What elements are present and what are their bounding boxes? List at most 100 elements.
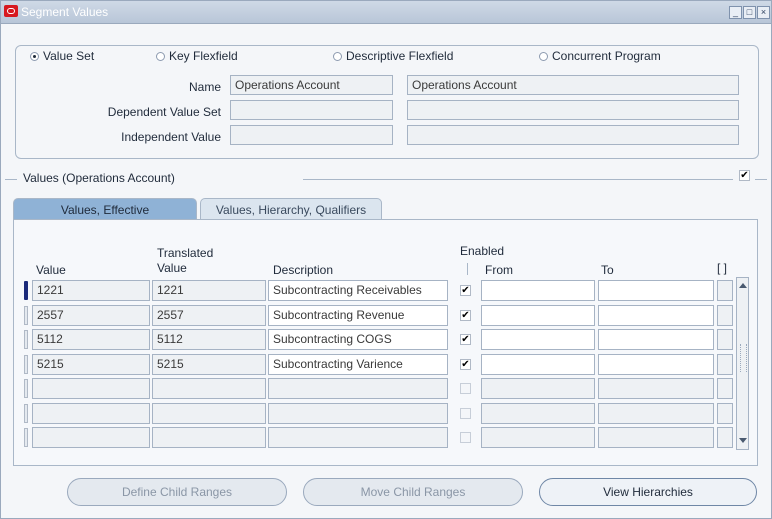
col-header-flex: [ ] [717,261,728,275]
table-scrollbar[interactable] [736,277,749,450]
table-row[interactable] [1,378,772,399]
view-hierarchies-button[interactable]: View Hierarchies [539,478,757,506]
description-cell[interactable] [268,427,448,448]
to-date-cell[interactable] [598,403,714,424]
translated-value-cell[interactable]: 2557 [152,305,266,326]
from-date-cell[interactable] [481,427,595,448]
name-label: Name [188,80,221,94]
flex-cell[interactable] [717,378,733,399]
radio-value-set[interactable]: Value Set [27,49,98,63]
description-cell[interactable]: Subcontracting Varience [268,354,448,375]
value-cell[interactable] [32,427,150,448]
maximize-icon[interactable]: □ [743,6,756,19]
from-date-cell[interactable] [481,305,595,326]
value-cell[interactable]: 2557 [32,305,150,326]
section-divider-right [303,179,733,180]
value-cell[interactable]: 1221 [32,280,150,301]
minimize-icon[interactable]: _ [729,6,742,19]
description-cell[interactable]: Subcontracting Receivables [268,280,448,301]
values-section-title: Values (Operations Account) [23,171,175,185]
row-selector[interactable] [24,404,28,423]
value-cell[interactable]: 5215 [32,354,150,375]
flex-cell[interactable] [717,329,733,350]
dependent-description-field[interactable] [407,100,739,120]
scroll-thumb-grip[interactable] [740,344,747,372]
radio-label: Value Set [43,49,95,63]
radio-concurrent-program[interactable]: Concurrent Program [536,49,664,63]
enabled-checkbox[interactable] [460,432,471,443]
value-cell[interactable] [32,378,150,399]
translated-value-cell[interactable]: 1221 [152,280,266,301]
flex-cell[interactable] [717,403,733,424]
table-row[interactable]: 5215 5215 Subcontracting Varience ✔ [1,354,772,375]
oracle-logo-icon [4,5,18,17]
radio-icon [539,51,548,61]
row-selector[interactable] [24,306,28,325]
description-cell[interactable]: Subcontracting Revenue [268,305,448,326]
translated-value-cell[interactable]: 5215 [152,354,266,375]
table-row[interactable]: 1221 1221 Subcontracting Receivables ✔ [1,280,772,301]
value-cell[interactable]: 5112 [32,329,150,350]
to-date-cell[interactable] [598,280,714,301]
row-selector[interactable] [24,355,28,374]
name-field[interactable]: Operations Account [230,75,393,95]
flex-cell[interactable] [717,280,733,301]
radio-descriptive-flexfield[interactable]: Descriptive Flexfield [330,49,457,63]
description-cell[interactable] [268,403,448,424]
flex-cell[interactable] [717,427,733,448]
enabled-checkbox[interactable]: ✔ [460,310,471,321]
enabled-checkbox[interactable]: ✔ [460,334,471,345]
row-selector[interactable] [24,330,28,349]
from-date-cell[interactable] [481,280,595,301]
row-selector[interactable] [24,428,28,447]
translated-value-cell[interactable] [152,378,266,399]
tab-values-effective[interactable]: Values, Effective [13,198,197,220]
table-row[interactable]: 5112 5112 Subcontracting COGS ✔ [1,329,772,350]
title-bar[interactable]: Segment Values _ □ × [1,1,771,24]
independent-value-field[interactable] [230,125,393,145]
table-row[interactable]: 2557 2557 Subcontracting Revenue ✔ [1,305,772,326]
radio-label: Descriptive Flexfield [346,49,454,63]
translated-value-cell[interactable] [152,403,266,424]
col-header-translated: Translated [157,246,214,260]
table-row[interactable] [1,427,772,448]
enabled-checkbox[interactable]: ✔ [460,285,471,296]
values-section-checkbox[interactable]: ✔ [739,170,750,181]
enabled-checkbox[interactable] [460,408,471,419]
from-date-cell[interactable] [481,354,595,375]
close-icon[interactable]: × [757,6,770,19]
from-date-cell[interactable] [481,378,595,399]
define-child-ranges-button[interactable]: Define Child Ranges [67,478,287,506]
row-selector[interactable] [24,379,28,398]
table-row[interactable] [1,403,772,424]
move-child-ranges-button[interactable]: Move Child Ranges [303,478,523,506]
description-cell[interactable]: Subcontracting COGS [268,329,448,350]
value-cell[interactable] [32,403,150,424]
from-date-cell[interactable] [481,329,595,350]
radio-label: Concurrent Program [552,49,661,63]
flex-cell[interactable] [717,354,733,375]
scroll-down-icon[interactable] [739,438,747,443]
current-row-indicator [24,281,28,300]
name-description-field[interactable]: Operations Account [407,75,739,95]
col-header-from: From [485,263,513,277]
to-date-cell[interactable] [598,305,714,326]
flex-cell[interactable] [717,305,733,326]
description-cell[interactable] [268,378,448,399]
enabled-checkbox[interactable] [460,383,471,394]
col-header-to: To [601,263,614,277]
from-date-cell[interactable] [481,403,595,424]
enabled-checkbox[interactable]: ✔ [460,359,471,370]
tab-values-hierarchy-qualifiers[interactable]: Values, Hierarchy, Qualifiers [200,198,382,220]
translated-value-cell[interactable] [152,427,266,448]
col-header-enabled: Enabled [460,244,505,258]
dependent-value-set-field[interactable] [230,100,393,120]
to-date-cell[interactable] [598,378,714,399]
to-date-cell[interactable] [598,427,714,448]
to-date-cell[interactable] [598,329,714,350]
radio-key-flexfield[interactable]: Key Flexfield [153,49,241,63]
translated-value-cell[interactable]: 5112 [152,329,266,350]
scroll-up-icon[interactable] [739,283,747,288]
independent-description-field[interactable] [407,125,739,145]
to-date-cell[interactable] [598,354,714,375]
